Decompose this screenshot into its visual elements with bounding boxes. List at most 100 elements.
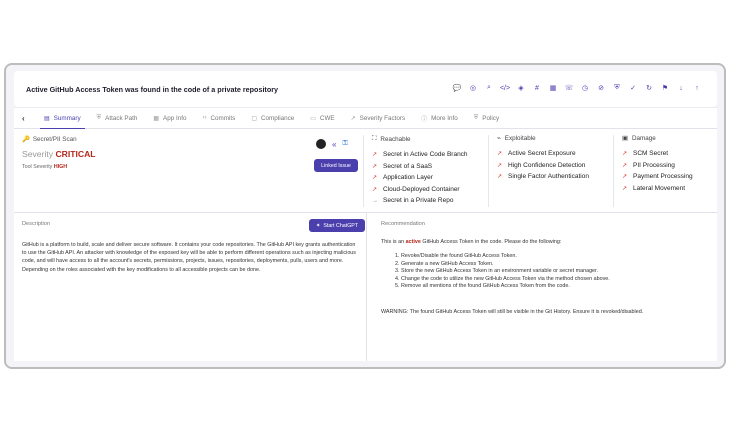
list-item: ↗ SCM Secret xyxy=(622,150,669,158)
damage-icon: ▣ xyxy=(622,135,628,142)
list-item: ↗ Secret in Active Code Branch xyxy=(372,151,468,159)
compliance-icon: ▢ xyxy=(251,115,257,122)
summary-icon: ▤ xyxy=(44,115,50,122)
arrow-up-right-icon: ↗ xyxy=(622,151,628,158)
chat-icon[interactable]: 💬 xyxy=(451,82,463,94)
arrow-up-right-icon: ↗ xyxy=(372,186,378,193)
severity-factors-icon: ↗ xyxy=(350,115,356,122)
exploitable-column: ⌁ Exploitable ↗ Active Secret Exposure ↗ Hi… xyxy=(488,135,613,207)
arrow-up-right-icon: ↗ xyxy=(622,162,628,169)
key-icon: 🔑 xyxy=(22,136,30,143)
list-item: ↗ Cloud-Deployed Container xyxy=(372,185,460,193)
policy-icon: ⛨ xyxy=(473,114,479,121)
description-text: GitHub is a platform to build, scale and… xyxy=(22,242,357,273)
recommendation-steps: 1. Revoke/Disable the found GitHub Acces… xyxy=(381,253,703,291)
tab-severity-factors[interactable]: ↗ Severity Factors xyxy=(343,107,414,129)
damage-header: ▣ Damage xyxy=(622,135,656,142)
phone-icon[interactable]: ☏ xyxy=(563,82,575,94)
list-item: ↗ Active Secret Exposure xyxy=(497,150,576,158)
arrow-up-icon[interactable]: ↑ xyxy=(691,82,703,94)
tab-bar: ‹ ▤ Summary ⛨ Attack Path ▦ App Info ‹› Comm… xyxy=(14,107,717,130)
tab-policy[interactable]: ⛨ Policy xyxy=(466,107,507,129)
list-item: 1. Revoke/Disable the found GitHub Acces… xyxy=(395,253,517,259)
grid-icon[interactable]: ▦ xyxy=(547,82,559,94)
arrow-up-right-icon: ↗ xyxy=(372,152,378,159)
header-actions: 💬 ◎ ⌕ </> ◈ # ▦ ☏ ◷ ⊘ ⛨ ✓ ↻ ⚑ ↓ ↑ xyxy=(451,82,703,94)
list-item: 3. Store the new GitHub Access Token in … xyxy=(395,268,599,275)
attack-path-icon: ⛨ xyxy=(96,114,102,121)
arrow-right-icon: → xyxy=(372,197,378,204)
scan-type: 🔑 Secret/PII Scan xyxy=(22,135,77,144)
list-item: ↗ Application Layer xyxy=(372,174,433,182)
list-item: ↗ High Confidence Detection xyxy=(497,161,586,169)
eye-off-icon[interactable]: ⊘ xyxy=(595,82,607,94)
exploitable-header: ⌁ Exploitable xyxy=(497,135,536,142)
list-item: ↗ Payment Processing xyxy=(622,173,693,181)
details-section: Description ✦ Start ChatGPT GitHub is a p… xyxy=(14,213,717,361)
list-item: ↗ Single Factor Authentication xyxy=(497,173,589,181)
commits-icon: ‹› xyxy=(202,115,207,121)
list-item: 5. Remove all mentions of the found GitH… xyxy=(395,283,570,290)
severity-block: 🔑 Secret/PII Scan Severity CRITICAL Tool … xyxy=(22,135,358,209)
source-icons: « ⚿ xyxy=(316,139,348,149)
reachable-header: ⛶ Reachable xyxy=(372,135,411,143)
list-item: ↗ PII Processing xyxy=(622,161,675,169)
recommendation-panel: Recommendation This is an active GitHub … xyxy=(367,213,717,361)
list-item: ↗ Lateral Movement xyxy=(622,184,686,192)
arrow-up-right-icon: ↗ xyxy=(622,174,628,181)
app-info-icon: ▦ xyxy=(153,115,160,122)
list-item: 2. Generate a new GitHub Access Token. xyxy=(395,260,494,267)
severity-value: CRITICAL xyxy=(55,149,96,159)
tab-commits[interactable]: ‹› Commits xyxy=(194,107,243,129)
double-chevron-icon[interactable]: « xyxy=(332,140,336,149)
recommendation-warning: WARNING: The found GitHub Access Token w… xyxy=(381,308,644,315)
recommendation-label: Recommendation xyxy=(381,221,425,227)
severity: Severity CRITICAL xyxy=(22,149,96,159)
flag-icon[interactable]: ⚑ xyxy=(659,82,671,94)
tool-severity: Tool Severity HIGH xyxy=(22,164,68,170)
recommendation-intro: This is an active GitHub Access Token in… xyxy=(381,239,562,245)
start-chatgpt-button[interactable]: ✦ Start ChatGPT xyxy=(309,219,365,232)
arrow-up-right-icon: ↗ xyxy=(497,162,503,169)
arrow-up-right-icon: ↗ xyxy=(372,163,378,170)
arrow-up-right-icon: ↗ xyxy=(622,185,628,192)
shield-icon[interactable]: ⛨ xyxy=(611,82,623,94)
search-icon[interactable]: ⌕ xyxy=(483,82,495,94)
shield-check-icon[interactable]: ✓ xyxy=(627,82,639,94)
code-icon[interactable]: </> xyxy=(499,82,511,94)
arrow-down-icon[interactable]: ↓ xyxy=(675,82,687,94)
chatgpt-icon: ✦ xyxy=(315,222,321,229)
github-icon[interactable] xyxy=(316,139,326,149)
description-label: Description xyxy=(22,221,50,227)
tab-compliance[interactable]: ▢ Compliance xyxy=(243,107,302,129)
tab-attack-path[interactable]: ⛨ Attack Path xyxy=(89,107,146,129)
finding-title: Active GitHub Access Token was found in … xyxy=(26,84,279,94)
back-chevron-icon[interactable]: ‹ xyxy=(22,114,36,123)
finding-panel: Active GitHub Access Token was found in … xyxy=(4,63,726,369)
tab-summary[interactable]: ▤ Summary xyxy=(36,107,89,130)
slack-icon[interactable]: # xyxy=(531,82,543,94)
arrow-up-right-icon: ↗ xyxy=(372,175,378,182)
jira-icon[interactable]: ⚿ xyxy=(342,140,347,148)
tab-more-info[interactable]: ⓘ More Info xyxy=(413,107,466,129)
diamond-icon[interactable]: ◈ xyxy=(515,82,527,94)
arrow-up-right-icon: ↗ xyxy=(497,151,503,158)
linked-issue-button[interactable]: Linked Issue xyxy=(314,159,358,172)
list-item: → Secret in a Private Repo xyxy=(372,197,454,205)
list-item: 4. Change the code to utilize the new Gi… xyxy=(395,275,610,282)
exploitable-icon: ⌁ xyxy=(497,135,501,142)
target-icon[interactable]: ◎ xyxy=(467,82,479,94)
reachable-icon: ⛶ xyxy=(372,135,377,142)
cwe-icon: ▭ xyxy=(310,115,316,122)
tab-cwe[interactable]: ▭ CWE xyxy=(302,107,342,129)
description-panel: Description ✦ Start ChatGPT GitHub is a p… xyxy=(14,213,367,361)
arrow-up-right-icon: ↗ xyxy=(497,174,503,181)
tab-app-info[interactable]: ▦ App Info xyxy=(145,107,194,129)
list-item: ↗ Secret of a SaaS xyxy=(372,162,433,170)
finding-header: Active GitHub Access Token was found in … xyxy=(14,71,717,107)
summary-section: 🔑 Secret/PII Scan Severity CRITICAL Tool … xyxy=(14,129,717,213)
info-icon: ⓘ xyxy=(421,116,428,123)
clock-icon[interactable]: ◷ xyxy=(579,82,591,94)
refresh-icon[interactable]: ↻ xyxy=(643,82,655,94)
reachable-column: ⛶ Reachable ↗ Secret in Active Code Branch… xyxy=(363,135,488,207)
